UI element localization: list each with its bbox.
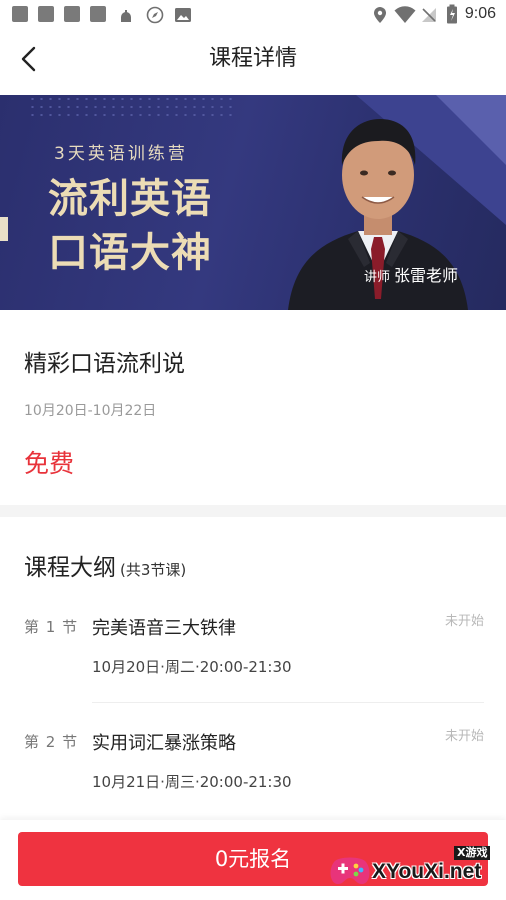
teacher-prefix: 讲师 (364, 270, 391, 285)
course-info: 精彩口语流利说 10月20日-10月22日 免费 (0, 310, 506, 505)
teacher-name: 张雷老师 (394, 266, 459, 285)
syllabus-title: 课程大纲 (24, 555, 116, 581)
lesson-status: 未开始 (444, 614, 484, 629)
gamepad-logo-icon (330, 857, 370, 884)
lesson-divider (92, 702, 484, 703)
course-name: 精彩口语流利说 (24, 351, 185, 377)
signal-off-icon (422, 8, 436, 22)
banner-decoration (0, 217, 8, 241)
notification-icon (64, 6, 80, 22)
wifi-icon (394, 6, 416, 23)
watermark-text: XYouXi.net (372, 860, 482, 883)
lesson-time: 10月21日·周三·20:00-21:30 (92, 773, 292, 791)
banner-dot-pattern (28, 95, 238, 119)
status-bar: 9:06 (0, 0, 506, 28)
syllabus-lesson-count: (共3节课) (120, 561, 187, 579)
section-divider (0, 505, 506, 517)
lesson-name: 完美语音三大铁律 (92, 618, 236, 639)
status-time: 9:06 (464, 5, 496, 22)
compass-icon (146, 6, 164, 24)
notification-icon (38, 6, 54, 22)
android-icon (121, 10, 131, 22)
lesson-time: 10月20日·周二·20:00-21:30 (92, 658, 292, 676)
banner-headline: 口语大神 (48, 230, 212, 276)
notification-icon (12, 6, 28, 22)
teacher-label: 讲师 张雷老师 (364, 262, 458, 286)
lesson-number: 第 2 节 (24, 733, 79, 751)
location-icon (374, 7, 386, 23)
watermark-small-text: X游戏 (454, 846, 491, 860)
app-header: 课程详情 (0, 28, 506, 90)
lesson-status: 未开始 (444, 729, 484, 744)
course-date-range: 10月20日-10月22日 (24, 403, 157, 419)
lesson-number: 第 1 节 (24, 618, 79, 636)
lesson-item[interactable]: 第 1 节 完美语音三大铁律 未开始 10月20日·周二·20:00-21:30 (0, 614, 506, 732)
page-title: 课程详情 (208, 46, 297, 71)
lesson-name: 实用词汇暴涨策略 (92, 733, 236, 754)
battery-icon (447, 4, 457, 24)
watermark: X游戏 XYouXi.net (328, 846, 498, 896)
banner-subtitle: 3天英语训练营 (54, 144, 188, 164)
course-price: 免费 (24, 449, 75, 478)
banner-headline: 流利英语 (48, 176, 212, 222)
syllabus-heading: 课程大纲 (共3节课) (24, 548, 186, 582)
notification-icon (90, 6, 106, 22)
image-icon (175, 8, 191, 22)
